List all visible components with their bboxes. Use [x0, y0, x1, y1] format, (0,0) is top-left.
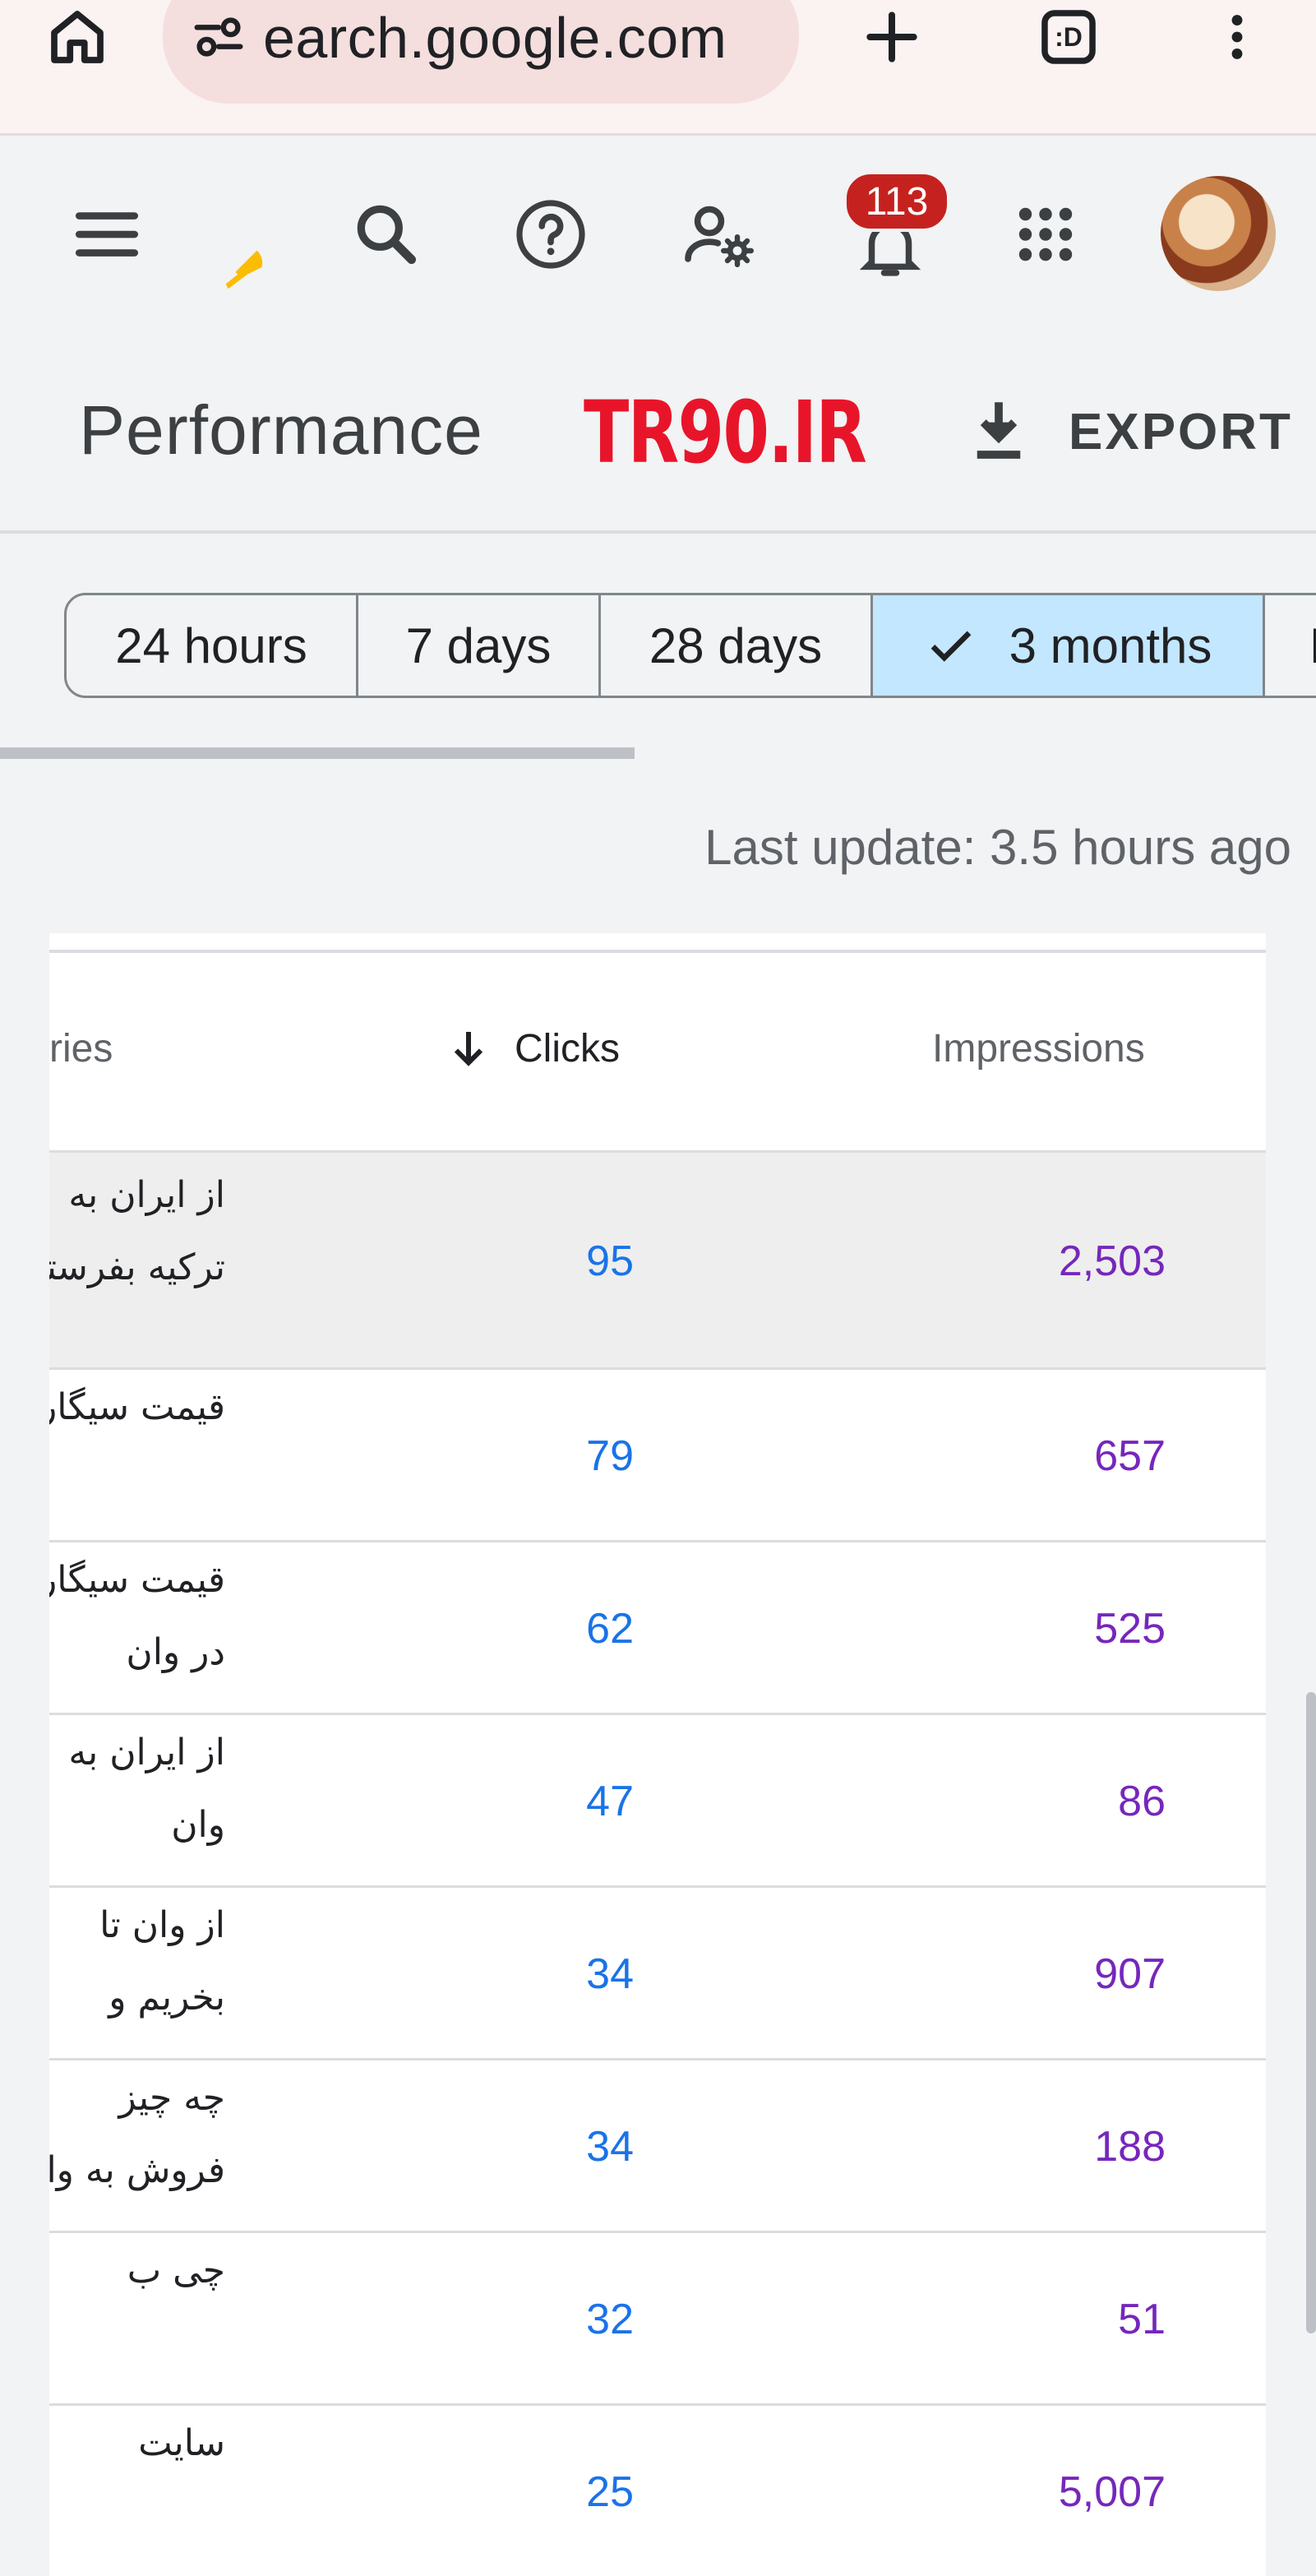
download-icon: [962, 393, 1036, 471]
menu-icon[interactable]: [58, 185, 156, 284]
sort-arrow-icon: [444, 1024, 493, 1073]
chip-more[interactable]: N: [1263, 593, 1316, 698]
check-icon: [924, 618, 978, 673]
table-row[interactable]: از وان تا بخریم و 34 907: [49, 1885, 1266, 2058]
title-row: Performance TR90.IR EXPORT: [0, 333, 1316, 534]
column-header-impressions[interactable]: Impressions: [932, 1015, 1145, 1081]
impressions-cell: 5,007: [1058, 2468, 1166, 2516]
chip-label: 3 months: [1009, 617, 1212, 673]
watermark: TR90.IR: [584, 382, 867, 483]
apps-grid-icon[interactable]: [996, 185, 1095, 284]
url-text[interactable]: earch.google.com: [263, 5, 727, 71]
notification-count-badge: 113: [843, 171, 950, 232]
chip-24-hours[interactable]: 24 hours: [64, 593, 358, 698]
account-avatar[interactable]: [1161, 176, 1276, 291]
manage-users-icon[interactable]: [670, 185, 769, 284]
chips-scroll-indicator[interactable]: [0, 747, 635, 759]
chip-label: N: [1309, 617, 1316, 674]
query-line-1: از ایران به: [68, 1174, 225, 1216]
chip-label: 7 days: [405, 617, 552, 673]
more-vert-icon[interactable]: [1208, 0, 1266, 74]
browser-toolbar: earch.google.com :D: [0, 0, 1316, 136]
new-tab-icon[interactable]: [855, 0, 929, 74]
page-scrollbar[interactable]: [1306, 1692, 1316, 2333]
app-header: [0, 136, 1316, 333]
table-row[interactable]: قیمت سیگار در وان 62 525: [49, 1540, 1266, 1713]
column-header-clicks-label: Clicks: [515, 1026, 620, 1071]
search-console-logo-icon: [212, 230, 278, 304]
table-row[interactable]: از ایران بهترکیه بفرستم952,503: [49, 1150, 1266, 1367]
impressions-cell: 907: [1094, 1950, 1166, 1998]
site-settings-icon[interactable]: [186, 0, 252, 74]
impressions-cell: 2,503: [1058, 1237, 1166, 1285]
page-title: Performance: [79, 391, 483, 469]
table-row[interactable]: چه چیزفروش به وان34188: [49, 2058, 1266, 2231]
table-row[interactable]: از ایران به وان 47 86: [49, 1713, 1266, 1885]
chip-28-days[interactable]: 28 days: [598, 593, 873, 698]
chip-7-days[interactable]: 7 days: [356, 593, 601, 698]
tab-switcher-icon[interactable]: :D: [1027, 0, 1110, 74]
search-icon[interactable]: [337, 185, 436, 284]
tab-count: :D: [1055, 21, 1083, 52]
table-row[interactable]: سایت 25 5,007: [49, 2403, 1266, 2576]
impressions-cell: 188: [1094, 2123, 1166, 2171]
table-row[interactable]: چی ب 32 51: [49, 2231, 1266, 2403]
impressions-cell: 657: [1094, 1432, 1166, 1480]
export-label: EXPORT: [1069, 403, 1293, 460]
date-range-chips: 24 hours 7 days 28 days 3 months N: [64, 593, 1316, 701]
last-update: Last update: 3.5 hours ago: [704, 820, 1291, 875]
table-row[interactable]: قیمت سیگار 79 657: [49, 1367, 1266, 1540]
impressions-cell: 525: [1094, 1605, 1166, 1653]
export-button[interactable]: EXPORT: [962, 391, 1293, 473]
chip-label: 24 hours: [115, 617, 307, 673]
chip-3-months[interactable]: 3 months: [870, 593, 1265, 698]
impressions-cell: 86: [1118, 1778, 1166, 1825]
help-icon[interactable]: [501, 185, 600, 284]
chip-label: 28 days: [649, 617, 823, 673]
home-icon[interactable]: [36, 0, 118, 74]
table-divider: [49, 950, 1266, 953]
column-header-queries[interactable]: ries: [49, 1015, 113, 1081]
impressions-cell: 51: [1118, 2296, 1166, 2343]
column-header-clicks[interactable]: Clicks: [444, 1015, 620, 1081]
